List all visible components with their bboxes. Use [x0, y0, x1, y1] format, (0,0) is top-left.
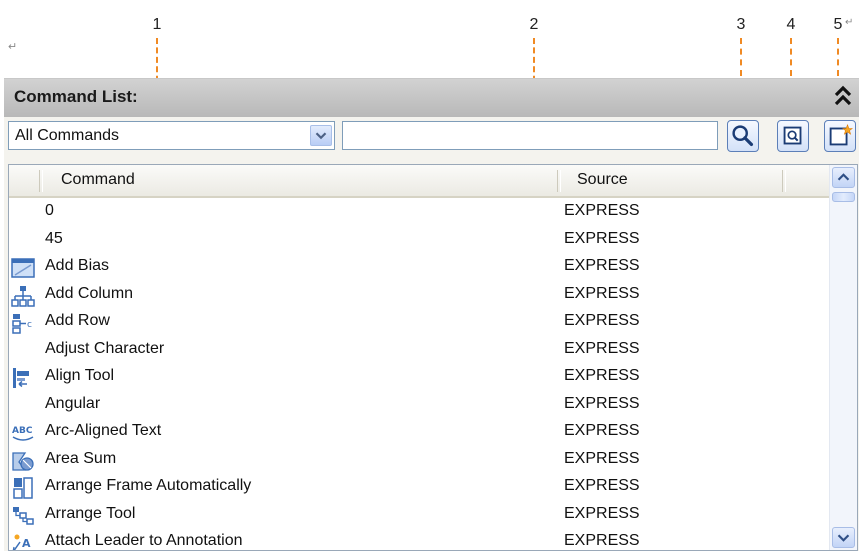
table-row[interactable]: Angular EXPRESS [9, 392, 829, 420]
svg-text:A: A [22, 537, 31, 550]
command-name: 0 [45, 202, 54, 219]
category-dropdown-value: All Commands [15, 127, 120, 144]
command-name: Align Tool [45, 367, 115, 384]
area-sum-icon [12, 451, 34, 471]
callout-number-2: 2 [529, 16, 539, 33]
table-row[interactable]: Adjust Character EXPRESS [9, 337, 829, 365]
paragraph-mark-icon: ↵ [845, 17, 854, 28]
column-header-source[interactable]: Source [577, 171, 628, 189]
command-name: Adjust Character [45, 339, 165, 357]
panel-title: Command List: [14, 87, 138, 106]
table-row[interactable]: Add Bias EXPRESS [9, 254, 829, 282]
callout-number-4: 4 [786, 16, 796, 33]
add-column-icon [11, 285, 35, 307]
table-row[interactable]: 45 EXPRESS [9, 227, 829, 255]
command-source: EXPRESS [564, 229, 640, 247]
scroll-down-button[interactable] [832, 527, 855, 548]
column-separator [39, 170, 43, 192]
command-name: 45 [45, 229, 63, 247]
command-name: Add Column [45, 284, 134, 302]
attach-leader-icon: A [12, 534, 31, 550]
scroll-up-button[interactable] [832, 167, 855, 188]
list-header: Command Source [9, 165, 829, 198]
command-source: EXPRESS [564, 477, 640, 494]
callout-number-1: 1 [152, 16, 162, 33]
callout-number-3: 3 [736, 16, 746, 33]
align-tool-icon [13, 368, 29, 388]
table-row[interactable]: Align Tool EXPRESS [9, 364, 829, 392]
collapse-chevron-icon[interactable] [833, 83, 853, 109]
paragraph-mark-icon: ↵ [8, 41, 18, 53]
command-name: Angular [45, 394, 101, 412]
callout-number-5: 5 [833, 16, 843, 33]
scrollbar-thumb[interactable] [832, 192, 855, 202]
command-source: EXPRESS [564, 532, 640, 549]
search-input[interactable] [342, 121, 718, 150]
preview-icon [783, 126, 802, 145]
command-name: Arc-Aligned Text [45, 422, 162, 439]
column-separator [557, 170, 561, 192]
search-icon [732, 125, 754, 147]
add-bias-icon [11, 258, 35, 278]
table-row[interactable]: A Attach Leader to Annotation EXPRESS [9, 529, 829, 550]
table-row[interactable]: Arrange Frame Automatically EXPRESS [9, 474, 829, 502]
command-list[interactable]: Command Source 0 EXPRESS 45 EXPRESS Add … [8, 164, 858, 551]
command-source: EXPRESS [564, 449, 640, 467]
preview-button[interactable] [777, 120, 809, 152]
command-source: EXPRESS [564, 312, 640, 329]
search-button[interactable] [727, 120, 759, 152]
command-name: Area Sum [45, 449, 117, 467]
column-header-command[interactable]: Command [61, 171, 135, 189]
chevron-up-icon [837, 173, 850, 181]
command-source: EXPRESS [564, 202, 640, 219]
svg-text:c: c [27, 320, 32, 330]
command-source: EXPRESS [564, 339, 640, 357]
chevron-down-icon [837, 534, 850, 542]
svg-text:ABC: ABC [12, 426, 33, 436]
dropdown-button[interactable] [310, 125, 332, 146]
category-dropdown[interactable]: All Commands [8, 121, 335, 150]
command-list-panel: Command List: All Commands Command Sourc… [4, 78, 859, 551]
vertical-scrollbar[interactable] [829, 165, 857, 550]
command-source: EXPRESS [564, 394, 640, 412]
table-row[interactable]: Arrange Tool EXPRESS [9, 502, 829, 530]
new-command-button[interactable] [824, 120, 856, 152]
command-source: EXPRESS [564, 284, 640, 302]
table-row[interactable]: 0 EXPRESS [9, 199, 829, 227]
command-source: EXPRESS [564, 422, 640, 439]
command-source: EXPRESS [564, 257, 640, 274]
table-row[interactable]: Add Column EXPRESS [9, 282, 829, 310]
panel-toolbar: All Commands [4, 116, 859, 154]
arc-text-icon: ABC [12, 426, 34, 441]
panel-header: Command List: [4, 78, 859, 117]
chevron-down-icon [315, 132, 327, 140]
command-name: Add Bias [45, 257, 110, 274]
command-name: Add Row [45, 312, 110, 329]
table-row[interactable]: ABC Arc-Aligned Text EXPRESS [9, 419, 829, 447]
arrange-frame-icon [13, 477, 33, 499]
column-separator [782, 170, 786, 192]
command-name: Arrange Tool [45, 504, 136, 522]
arrange-tool-icon [13, 506, 34, 525]
new-command-icon [829, 123, 854, 146]
command-name: Attach Leader to Annotation [45, 532, 243, 549]
command-rows: 0 EXPRESS 45 EXPRESS Add Bias EXPRESS Ad… [9, 199, 829, 550]
table-row[interactable]: Area Sum EXPRESS [9, 447, 829, 475]
command-name: Arrange Frame Automatically [45, 477, 252, 494]
command-source: EXPRESS [564, 367, 640, 384]
add-row-icon: c [12, 314, 32, 334]
table-row[interactable]: c Add Row EXPRESS [9, 309, 829, 337]
command-source: EXPRESS [564, 504, 640, 522]
